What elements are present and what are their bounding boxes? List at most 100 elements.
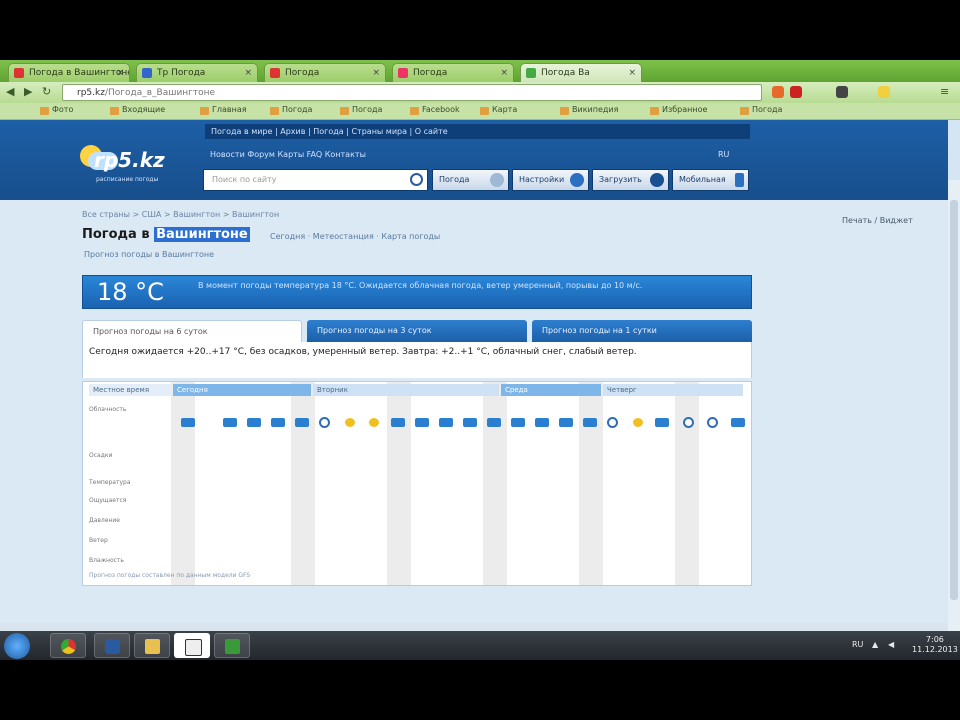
extension-icon[interactable] xyxy=(878,86,890,98)
taskbar-app[interactable] xyxy=(214,633,250,658)
day-header: Четверг xyxy=(603,384,743,396)
site-logo[interactable]: rp5.kz расписание погоды xyxy=(80,142,165,188)
forecast-table: Местное время Сегодня Вторник Среда Четв… xyxy=(82,381,752,586)
cloud-icon xyxy=(415,418,429,427)
extension-icon[interactable] xyxy=(836,86,848,98)
taskbar-chrome[interactable] xyxy=(50,633,86,658)
search-input[interactable]: Поиск по сайту xyxy=(203,169,428,191)
header-button[interactable]: Загрузить xyxy=(592,169,669,191)
tab-favicon-icon xyxy=(526,68,536,78)
app-icon xyxy=(225,639,240,654)
cloud-icon xyxy=(391,418,405,427)
refresh-icon xyxy=(490,173,504,187)
tab-favicon-icon xyxy=(270,68,280,78)
cloud-icon xyxy=(655,418,669,427)
bookmark-item[interactable]: Facebook xyxy=(410,105,460,115)
tab-forecast-6-days[interactable]: Прогноз погоды на 6 суток xyxy=(82,320,302,342)
browser-tab[interactable]: Погода × xyxy=(264,63,386,82)
reload-icon[interactable]: ↻ xyxy=(42,85,51,98)
vertical-scrollbar[interactable] xyxy=(948,180,960,660)
browser-tab[interactable]: Тр Погода × xyxy=(136,63,258,82)
taskbar-explorer[interactable] xyxy=(134,633,170,658)
table-column xyxy=(171,382,195,585)
taskbar: RU ▲ ◀ 7:06 11.12.2013 xyxy=(0,631,960,660)
cloud-icon xyxy=(487,418,501,427)
bookmark-item[interactable]: Википедия xyxy=(560,105,618,115)
screen: Погода в Вашингтоне × Тр Погода × Погода × … xyxy=(0,60,960,660)
moon-icon xyxy=(707,417,718,428)
bookmark-item[interactable]: Карта xyxy=(480,105,517,115)
cloud-icon xyxy=(247,418,261,427)
print-link[interactable]: Печать / Виджет xyxy=(842,216,913,225)
header-button[interactable]: Настройки xyxy=(512,169,589,191)
language-indicator[interactable]: RU xyxy=(852,640,863,649)
header-button[interactable]: Мобильная xyxy=(672,169,749,191)
tab-forecast-3-days[interactable]: Прогноз погоды на 3 суток xyxy=(307,320,527,342)
cloud-icon xyxy=(295,418,309,427)
title-meta-links[interactable]: Сегодня · Метеостанция · Карта погоды xyxy=(270,232,440,241)
horizontal-scrollbar[interactable] xyxy=(0,623,948,631)
browser-tabstrip: Погода в Вашингтоне × Тр Погода × Погода × … xyxy=(0,60,960,82)
gear-icon xyxy=(570,173,584,187)
top-nav[interactable]: Погода в мире | Архив | Погода | Страны … xyxy=(205,124,750,139)
taskbar-app[interactable] xyxy=(94,633,130,658)
bookmark-item[interactable]: Избранное xyxy=(650,105,707,115)
table-column xyxy=(387,382,411,585)
cloud-icon xyxy=(223,418,237,427)
header-button[interactable]: Погода xyxy=(432,169,509,191)
browser-tab-active[interactable]: Погода Ва × xyxy=(520,63,642,82)
moon-icon xyxy=(319,417,330,428)
system-clock[interactable]: 7:06 11.12.2013 xyxy=(912,635,958,655)
breadcrumb[interactable]: Все страны > США > Вашингтон > Вашингтон xyxy=(82,210,279,219)
cloud-icon xyxy=(271,418,285,427)
forward-icon[interactable]: ▶ xyxy=(24,85,32,98)
bookmarks-bar: Фото Входящие Главная Погода Погода Face… xyxy=(0,103,960,120)
address-bar[interactable]: rp5.kz/Погода_в_Вашингтоне xyxy=(62,84,762,101)
mobile-icon xyxy=(735,173,744,187)
sub-nav[interactable]: Новости Форум Карты FAQ Контакты xyxy=(210,150,366,159)
info-icon xyxy=(650,173,664,187)
tray-arrow-icon[interactable]: ▲ xyxy=(872,640,878,649)
row-label: Температура xyxy=(89,479,131,486)
current-weather-bar: 18 °C В момент погоды температура 18 °С.… xyxy=(82,275,752,309)
scrollbar-thumb[interactable] xyxy=(950,200,958,600)
extension-icon[interactable] xyxy=(772,86,784,98)
volume-icon[interactable]: ◀ xyxy=(888,640,894,649)
start-button[interactable] xyxy=(4,633,30,659)
bookmark-item[interactable]: Фото xyxy=(40,105,73,115)
menu-icon[interactable]: ≡ xyxy=(940,85,949,98)
page-title: Погода в Вашингтоне xyxy=(82,227,250,242)
moon-icon xyxy=(683,417,694,428)
extension-icon[interactable] xyxy=(790,86,802,98)
close-icon[interactable]: × xyxy=(244,64,252,82)
browser-toolbar: ◀ ▶ ↻ rp5.kz/Погода_в_Вашингтоне ≡ xyxy=(0,82,960,103)
back-icon[interactable]: ◀ xyxy=(6,85,14,98)
close-icon[interactable]: × xyxy=(628,64,636,82)
bookmark-item[interactable]: Погода xyxy=(270,105,312,115)
cloud-icon xyxy=(535,418,549,427)
sun-icon xyxy=(345,418,355,427)
site-header: rp5.kz расписание погоды Погода в мире |… xyxy=(0,120,948,200)
cloud-icon xyxy=(583,418,597,427)
day-header: Среда xyxy=(501,384,601,396)
table-column xyxy=(483,382,507,585)
tab-favicon-icon xyxy=(14,68,24,78)
tab-favicon-icon xyxy=(398,68,408,78)
row-label: Ветер xyxy=(89,537,108,544)
browser-tab[interactable]: Погода × xyxy=(392,63,514,82)
cloud-icon xyxy=(463,418,477,427)
bookmark-item[interactable]: Главная xyxy=(200,105,247,115)
language-switch[interactable]: RU xyxy=(718,150,729,159)
table-column xyxy=(291,382,315,585)
bookmark-item[interactable]: Погода xyxy=(340,105,382,115)
tab-forecast-1-day[interactable]: Прогноз погоды на 1 сутки xyxy=(532,320,752,342)
page-subtitle[interactable]: Прогноз погоды в Вашингтоне xyxy=(84,250,214,259)
browser-tab[interactable]: Погода в Вашингтоне × xyxy=(8,63,130,82)
bookmark-item[interactable]: Входящие xyxy=(110,105,165,115)
close-icon[interactable]: × xyxy=(500,64,508,82)
search-icon[interactable] xyxy=(410,173,423,186)
close-icon[interactable]: × xyxy=(116,64,124,82)
close-icon[interactable]: × xyxy=(372,64,380,82)
bookmark-item[interactable]: Погода xyxy=(740,105,782,115)
taskbar-app[interactable] xyxy=(174,633,210,658)
